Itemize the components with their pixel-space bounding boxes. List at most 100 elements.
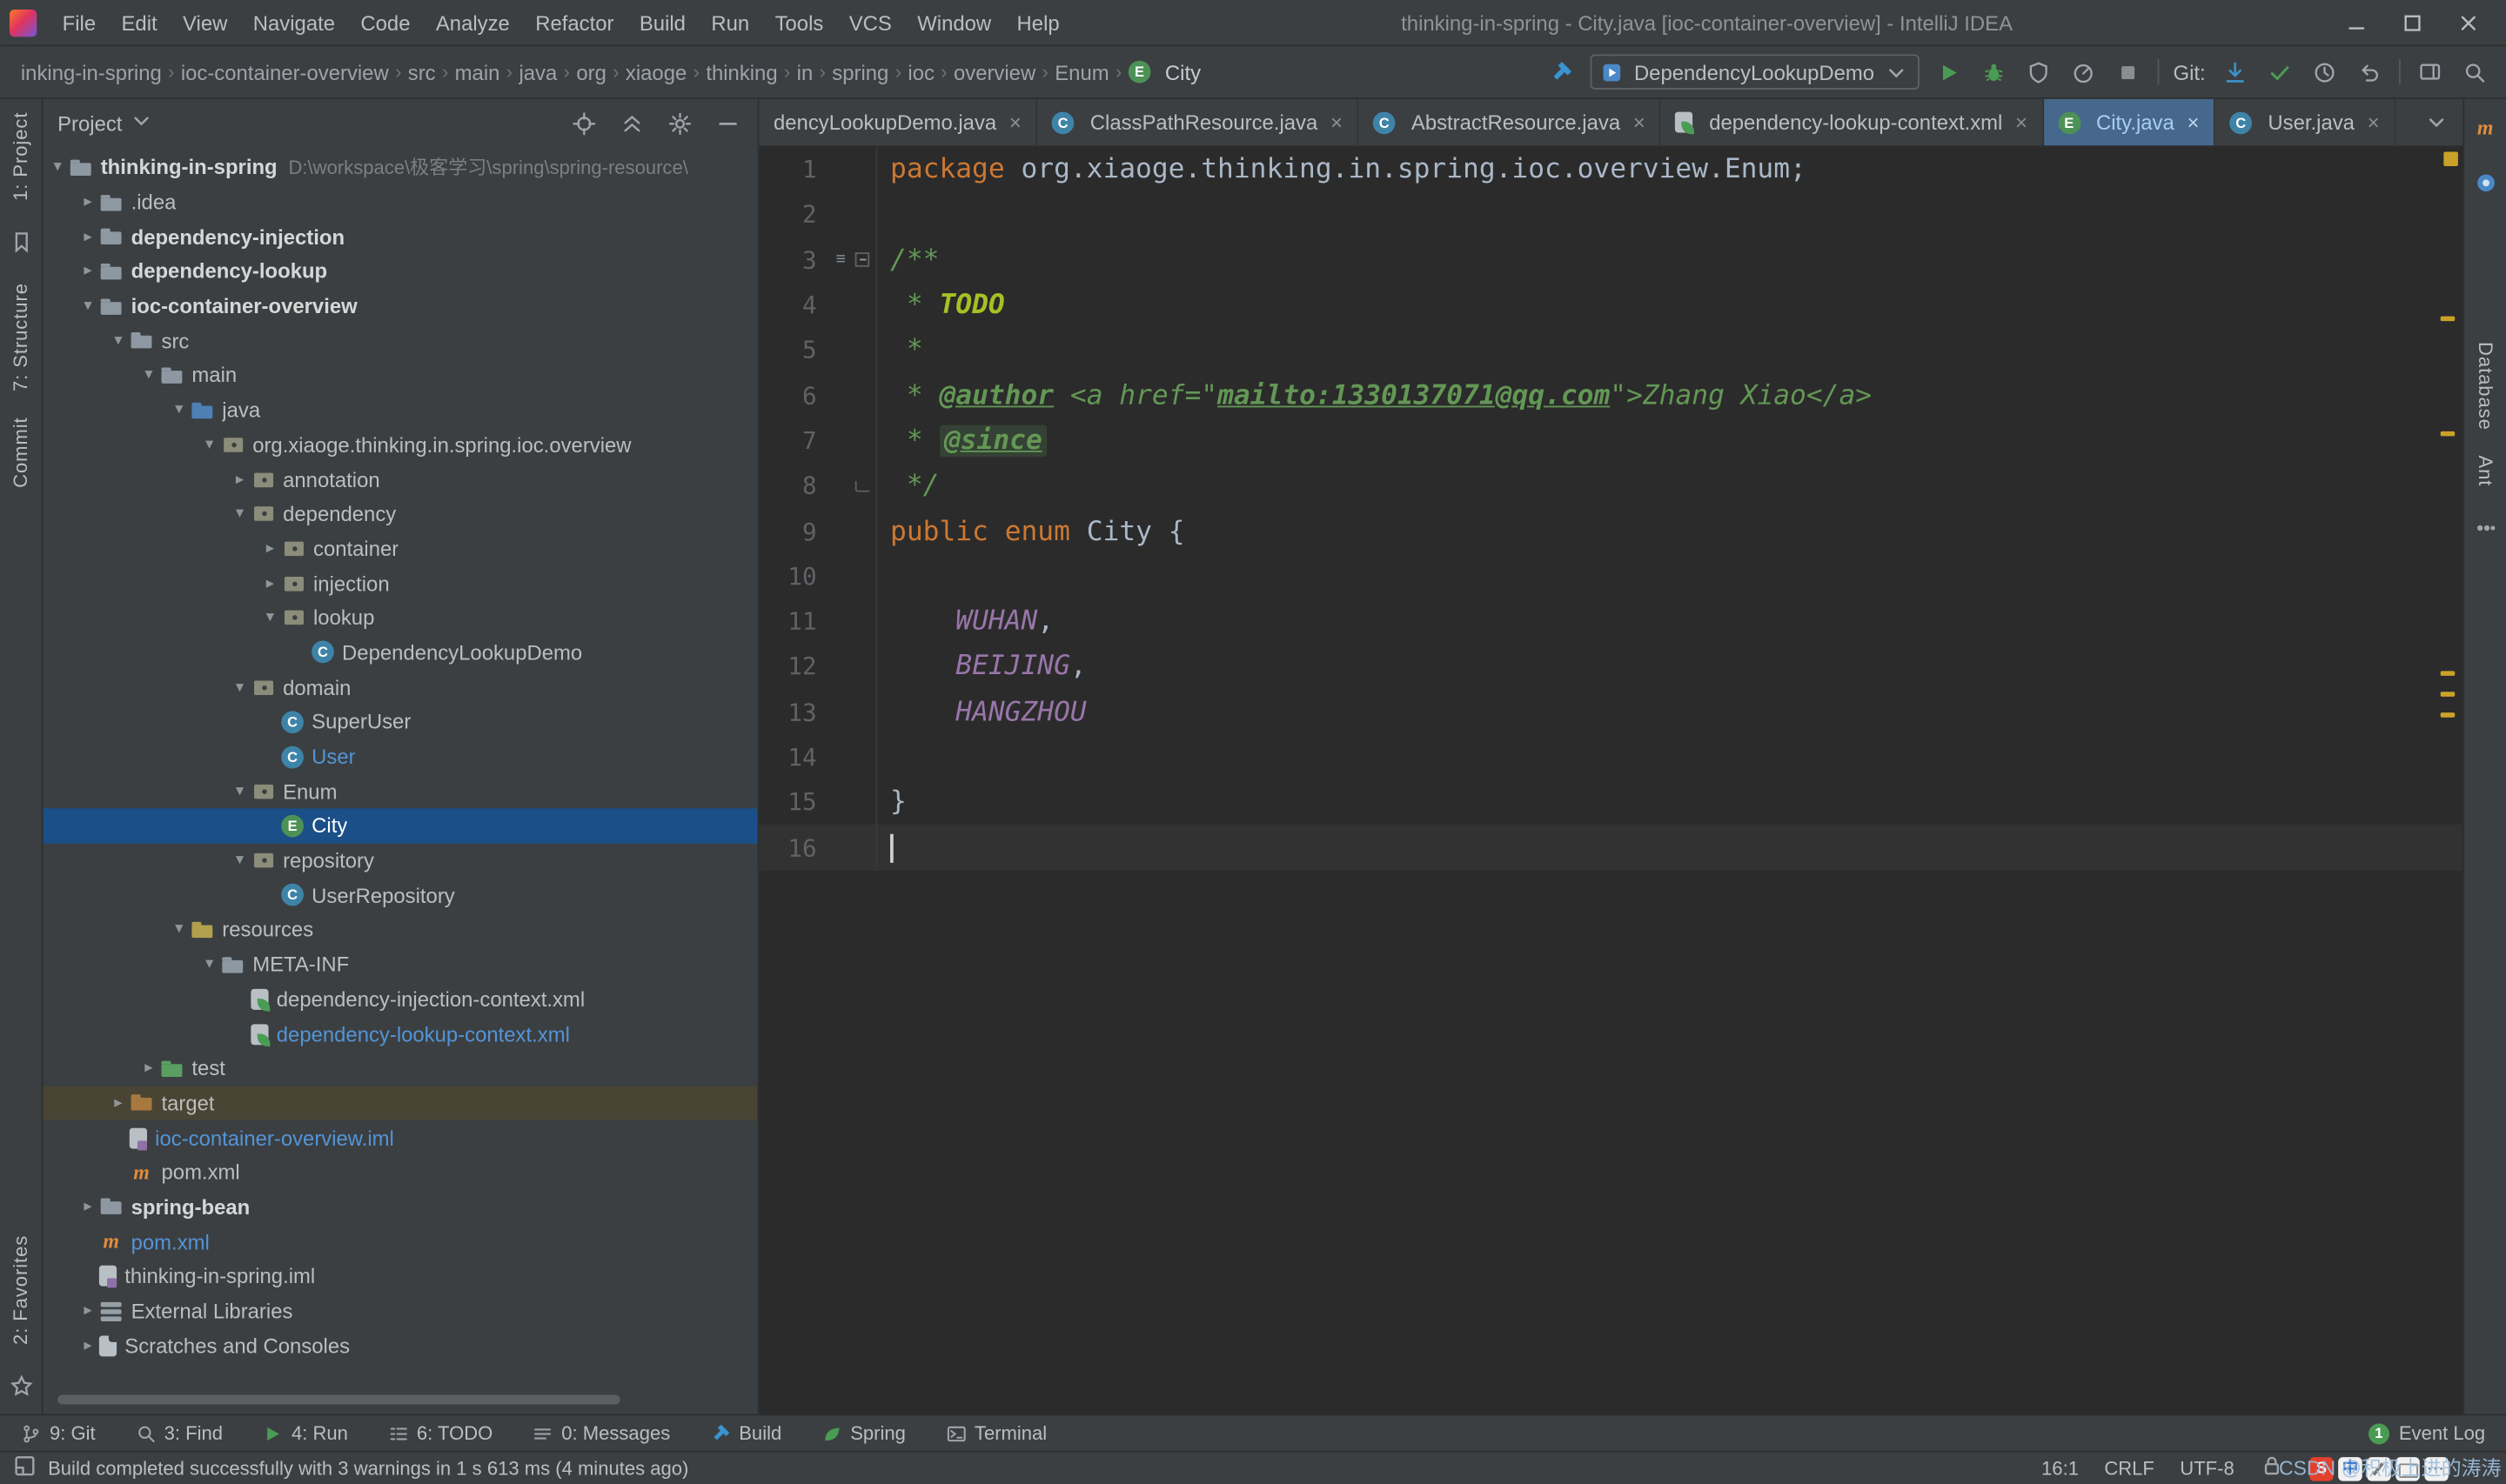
tool-button-ant[interactable]: Ant	[2474, 456, 2496, 487]
fold-marker-icon[interactable]	[855, 253, 870, 268]
tree-item-repository[interactable]: ▾repository	[44, 843, 758, 878]
tool-window-button-9-git[interactable]: 9: Git	[21, 1422, 96, 1445]
tree-item-java[interactable]: ▾java	[44, 392, 758, 427]
editor-tab-abstractresource-java[interactable]: CAbstractResource.java×	[1358, 99, 1661, 145]
history-button[interactable]	[2309, 57, 2340, 87]
tree-item-main[interactable]: ▾main	[44, 358, 758, 393]
tree-item-target[interactable]: ▸target	[44, 1086, 758, 1120]
tree-collapse-arrow-icon[interactable]: ▾	[107, 332, 130, 350]
breadcrumb-item-overview[interactable]: overview	[948, 57, 1040, 87]
tree-collapse-arrow-icon[interactable]: ▾	[168, 401, 191, 418]
tree-item-annotation[interactable]: ▸annotation	[44, 462, 758, 497]
breadcrumb-item-src[interactable]: src	[403, 57, 440, 87]
close-tab-icon[interactable]: ×	[1633, 110, 1645, 135]
line-number[interactable]: 11	[759, 607, 829, 636]
breadcrumb-item-in[interactable]: in	[792, 57, 818, 87]
line-number[interactable]: 8	[759, 471, 829, 500]
menu-analyze[interactable]: Analyze	[423, 4, 522, 41]
menu-build[interactable]: Build	[626, 4, 699, 41]
editor-tab-city-java[interactable]: ECity.java×	[2043, 99, 2215, 145]
tree-expand-arrow-icon[interactable]: ▸	[77, 1337, 99, 1354]
editor-tab-user-java[interactable]: CUser.java×	[2215, 99, 2395, 145]
breadcrumb-item-thinking[interactable]: thinking	[701, 57, 782, 87]
tree-collapse-arrow-icon[interactable]: ▾	[229, 782, 251, 799]
line-number[interactable]: 10	[759, 562, 829, 591]
rollback-button[interactable]	[2355, 57, 2385, 87]
breadcrumb-item-java[interactable]: java	[514, 57, 562, 87]
file-encoding[interactable]: UTF-8	[2180, 1457, 2234, 1480]
code-editor[interactable]: 1package org.xiaoge.thinking.in.spring.i…	[759, 147, 2462, 1414]
project-view-selector[interactable]: Project	[57, 109, 154, 137]
tree-item-dependency-lookup-context-xml[interactable]: dependency-lookup-context.xml	[44, 1017, 758, 1052]
tree-collapse-arrow-icon[interactable]: ▾	[198, 956, 221, 973]
tree-collapse-arrow-icon[interactable]: ▾	[229, 678, 251, 696]
tool-button-1-project[interactable]: 1: Project	[10, 112, 32, 201]
hammer-button[interactable]	[1546, 57, 1577, 87]
tool-window-button-6-todo[interactable]: 6: TODO	[388, 1422, 492, 1445]
line-number[interactable]: 7	[759, 426, 829, 455]
hidden-tabs-button[interactable]	[2410, 99, 2463, 145]
tree-item-ioc-container-overview-iml[interactable]: ioc-container-overview.iml	[44, 1120, 758, 1155]
tree-expand-arrow-icon[interactable]: ▸	[107, 1094, 130, 1112]
tree-item-dependency-lookup[interactable]: ▸dependency-lookup	[44, 254, 758, 289]
update-button[interactable]	[2220, 57, 2250, 87]
editor-tab-dependency-lookup-context-xml[interactable]: dependency-lookup-context.xml×	[1661, 99, 2043, 145]
line-number[interactable]: 2	[759, 200, 829, 229]
keyboard-icon[interactable]	[2395, 1456, 2420, 1481]
tool-button-restful[interactable]	[2470, 168, 2501, 198]
play-button[interactable]	[1933, 57, 1964, 87]
hide-button[interactable]	[713, 108, 743, 138]
tool-button-bookmark[interactable]	[5, 226, 36, 257]
tree-item-lookup[interactable]: ▾lookup	[44, 600, 758, 635]
tree-item-pom-xml[interactable]: mpom.xml	[44, 1155, 758, 1190]
line-number[interactable]: 6	[759, 381, 829, 410]
breadcrumb-item-main[interactable]: main	[450, 57, 505, 87]
editor-tab-dencylookupdemo-java[interactable]: dencyLookupDemo.java×	[759, 99, 1037, 145]
tree-collapse-arrow-icon[interactable]: ▾	[77, 297, 99, 315]
breadcrumb-item-ioc[interactable]: ioc	[903, 57, 940, 87]
profiler-button[interactable]	[2067, 57, 2098, 87]
warning-stripe-mark[interactable]	[2441, 692, 2456, 697]
tree-item-test[interactable]: ▸test	[44, 1051, 758, 1086]
tree-expand-arrow-icon[interactable]: ▸	[259, 574, 282, 592]
line-number[interactable]: 16	[759, 833, 829, 862]
coverage-button[interactable]	[2023, 57, 2054, 87]
horizontal-scrollbar[interactable]	[57, 1394, 620, 1404]
menu-vcs[interactable]: VCS	[836, 4, 904, 41]
line-number[interactable]: 13	[759, 698, 829, 726]
more-icon[interactable]: ···	[2424, 1456, 2449, 1481]
menu-code[interactable]: Code	[348, 4, 423, 41]
tool-button-maven[interactable]: m	[2470, 112, 2501, 143]
tree-item-superuser[interactable]: CSuperUser	[44, 705, 758, 739]
tree-item-ioc-container-overview[interactable]: ▾ioc-container-overview	[44, 289, 758, 324]
tree-item-domain[interactable]: ▾domain	[44, 670, 758, 705]
warning-stripe-mark[interactable]	[2441, 712, 2456, 718]
menu-file[interactable]: File	[50, 4, 109, 41]
pen-icon[interactable]	[2367, 1456, 2391, 1481]
menu-window[interactable]: Window	[905, 4, 1004, 41]
tree-collapse-arrow-icon[interactable]: ▾	[198, 436, 221, 453]
breadcrumb-item-xiaoge[interactable]: xiaoge	[620, 57, 691, 87]
tree-item-resources[interactable]: ▾resources	[44, 912, 758, 947]
warning-stripe-mark[interactable]	[2441, 431, 2456, 437]
line-number[interactable]: 3	[759, 245, 829, 274]
editor-tab-classpathresource-java[interactable]: CClassPathResource.java×	[1037, 99, 1358, 145]
tool-window-button-spring[interactable]: Spring	[821, 1422, 906, 1445]
tool-window-button-terminal[interactable]: Terminal	[946, 1422, 1047, 1445]
toolwindow-switcher[interactable]	[13, 1454, 37, 1482]
tree-item-src[interactable]: ▾src	[44, 324, 758, 358]
tree-item-userrepository[interactable]: CUserRepository	[44, 878, 758, 912]
tree-collapse-arrow-icon[interactable]: ▾	[259, 609, 282, 626]
menu-run[interactable]: Run	[699, 4, 762, 41]
tree-item-thinking-in-spring-iml[interactable]: thinking-in-spring.iml	[44, 1259, 758, 1293]
close-tab-icon[interactable]: ×	[1330, 110, 1343, 135]
debug-button[interactable]	[1978, 57, 2008, 87]
menu-navigate[interactable]: Navigate	[240, 4, 348, 41]
tool-button-commit[interactable]: Commit	[10, 417, 32, 487]
tool-button-database[interactable]: Database	[2474, 342, 2496, 431]
lock-icon[interactable]	[2260, 1454, 2284, 1478]
tool-window-button-3-find[interactable]: 3: Find	[136, 1422, 223, 1445]
toolwindow-icon[interactable]	[13, 1454, 37, 1478]
window-maximize-button[interactable]	[2397, 7, 2428, 37]
tool-button-2-favorites[interactable]: 2: Favorites	[10, 1235, 32, 1345]
